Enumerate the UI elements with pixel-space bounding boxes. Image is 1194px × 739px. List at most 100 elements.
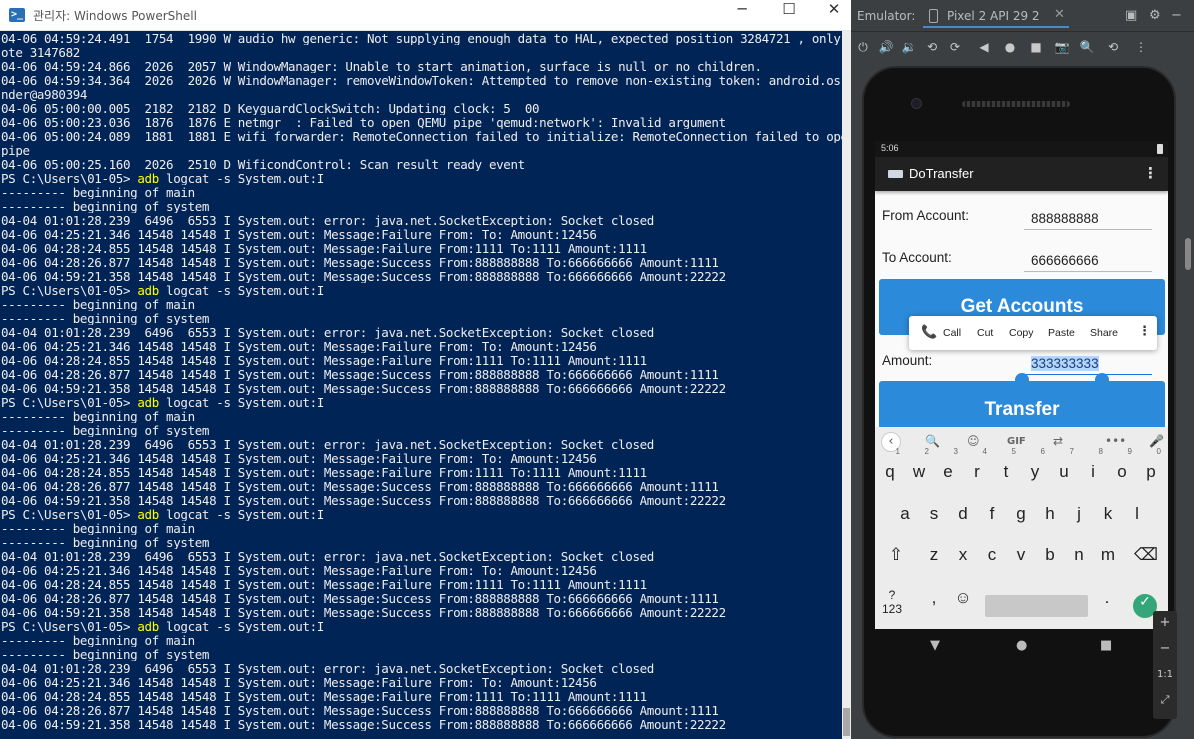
minimize-button[interactable]: ─ (719, 0, 765, 31)
nav-home-icon[interactable]: ● (1016, 638, 1027, 653)
menu-paste[interactable]: Paste (1048, 327, 1075, 339)
key-o[interactable]: 9o (1109, 447, 1135, 483)
console-text: PS C:\Users\01-05> (1, 619, 138, 633)
key-x[interactable]: x (950, 536, 976, 566)
emoji-key[interactable]: ☺ (950, 579, 976, 609)
gif-icon[interactable]: GIF (1007, 436, 1026, 447)
rotate-right-icon[interactable]: ⟳ (947, 40, 963, 54)
zoom-in-button[interactable]: + (1153, 615, 1177, 630)
home-icon[interactable]: ● (1002, 40, 1018, 54)
volume-up-icon[interactable]: 🔊 (878, 40, 894, 54)
device-tab[interactable]: Pixel 2 API 29 2 ✕ (923, 6, 1069, 28)
from-account-field[interactable]: 888888888 (1024, 210, 1152, 230)
search-icon[interactable]: 🔍 (925, 434, 940, 448)
overview-icon[interactable]: ■ (1028, 40, 1044, 54)
more-horizontal-icon[interactable]: ••• (1105, 434, 1126, 448)
console-scrollbar[interactable] (842, 31, 851, 739)
close-tab-icon[interactable]: ✕ (1054, 7, 1065, 22)
console-text: --------- beginning of system (1, 311, 210, 325)
console-line: 04-04 01:01:28.239 6496 6553 I System.ou… (1, 325, 842, 339)
console-output[interactable]: 04-06 04:59:24.491 1754 1990 W audio_hw_… (0, 31, 842, 739)
backspace-key[interactable]: ⌫ (1133, 536, 1159, 566)
console-scrollbar-thumb[interactable] (843, 708, 850, 736)
translate-icon[interactable]: ⇄ (1053, 434, 1063, 448)
key-hint: 8 (1098, 447, 1103, 456)
key-d[interactable]: d (950, 495, 976, 525)
console-line: 04-06 04:25:21.346 14548 14548 I System.… (1, 675, 842, 689)
zoom-fit-button[interactable]: ⤢ (1153, 693, 1177, 707)
key-b[interactable]: b (1037, 536, 1063, 566)
console-text: logcat -s System.out:I (158, 395, 324, 409)
comma-key[interactable]: , (921, 579, 947, 609)
key-r[interactable]: 4r (964, 447, 990, 483)
rotate-left-icon[interactable]: ⟲ (924, 40, 940, 54)
key-u[interactable]: 7u (1051, 447, 1077, 483)
console-text: --------- beginning of main (1, 185, 195, 199)
key-i[interactable]: 8i (1080, 447, 1106, 483)
console-text: 04-06 04:25:21.346 14548 14548 I System.… (1, 339, 597, 353)
to-account-field[interactable]: 666666666 (1024, 252, 1152, 272)
shift-key[interactable]: ⇧ (883, 536, 909, 566)
more-options-icon[interactable]: ⋮ (1138, 324, 1151, 339)
key-q[interactable]: 1q (877, 447, 903, 483)
key-p[interactable]: 0p (1138, 447, 1164, 483)
console-line: --------- beginning of main (1, 633, 842, 647)
key-h[interactable]: h (1037, 495, 1063, 525)
console-text: 04-04 01:01:28.239 6496 6553 I System.ou… (1, 661, 654, 675)
nav-recents-icon[interactable]: ■ (1100, 638, 1112, 653)
menu-copy[interactable]: Copy (1009, 327, 1034, 339)
window-mode-icon[interactable]: ▣ (1125, 8, 1137, 23)
soft-keyboard: ‹ 🔍 ☺ GIF ⇄ ••• 🎤 1q2w3e4r5t6y7u8i9o0pas… (875, 427, 1168, 629)
powershell-titlebar[interactable]: >_ 관리자: Windows PowerShell ─ ☐ ✕ (0, 0, 851, 31)
menu-call[interactable]: Call (943, 327, 961, 339)
rewind-icon[interactable]: ⟲ (1105, 40, 1121, 54)
space-key[interactable] (985, 595, 1088, 617)
volume-down-icon[interactable]: 🔉 (901, 40, 917, 54)
console-line: 04-06 04:59:21.358 14548 14548 I System.… (1, 381, 842, 395)
more-icon[interactable]: ⋮ (1133, 40, 1149, 54)
key-m[interactable]: m (1095, 536, 1121, 566)
key-j[interactable]: j (1066, 495, 1092, 525)
power-icon[interactable]: ⏻ (855, 40, 871, 55)
symbols-key[interactable]: ?123 (879, 579, 905, 616)
gear-icon[interactable]: ⚙ (1149, 8, 1161, 23)
from-account-label: From Account: (882, 208, 970, 223)
key-w[interactable]: 2w (906, 447, 932, 483)
key-t[interactable]: 5t (993, 447, 1019, 483)
key-e[interactable]: 3e (935, 447, 961, 483)
amount-field[interactable]: 333333333 (1024, 355, 1152, 375)
nav-back-icon[interactable]: ▼ (930, 638, 940, 653)
emulator-scrollbar[interactable] (1185, 238, 1191, 270)
console-text: 04-06 04:28:24.855 14548 14548 I System.… (1, 689, 647, 703)
zoom-out-button[interactable]: − (1153, 641, 1177, 656)
key-v[interactable]: v (1008, 536, 1034, 566)
menu-share[interactable]: Share (1090, 327, 1118, 339)
key-n[interactable]: n (1066, 536, 1092, 566)
transfer-button[interactable]: Transfer (879, 381, 1165, 431)
maximize-button[interactable]: ☐ (766, 0, 812, 31)
key-a[interactable]: a (892, 495, 918, 525)
zoom-actual-size-button[interactable]: 1:1 (1153, 669, 1177, 680)
key-z[interactable]: z (921, 536, 947, 566)
sticker-icon[interactable]: ☺ (967, 434, 980, 448)
app-icon (888, 170, 903, 178)
minimize-panel-icon[interactable]: − (1171, 8, 1182, 23)
menu-cut[interactable]: Cut (977, 327, 993, 339)
zoom-icon[interactable]: 🔍 (1079, 40, 1095, 54)
key-g[interactable]: g (1008, 495, 1034, 525)
console-line: 04-06 04:25:21.346 14548 14548 I System.… (1, 339, 842, 353)
overflow-menu-icon[interactable]: ⋮ (1143, 164, 1158, 182)
key-s[interactable]: s (921, 495, 947, 525)
back-icon[interactable]: ◀ (976, 40, 992, 54)
key-k[interactable]: k (1095, 495, 1121, 525)
key-f[interactable]: f (979, 495, 1005, 525)
period-key[interactable]: . (1094, 579, 1120, 609)
key-y[interactable]: 6y (1022, 447, 1048, 483)
key-c[interactable]: c (979, 536, 1005, 566)
console-text: 04-06 04:59:34.364 2026 2026 W WindowMan… (1, 73, 842, 87)
phone-call-icon[interactable]: 📞 (921, 325, 937, 340)
key-l[interactable]: l (1124, 495, 1150, 525)
camera-icon[interactable]: 📷 (1054, 40, 1070, 54)
amount-label: Amount: (882, 353, 933, 368)
microphone-icon[interactable]: 🎤 (1149, 434, 1164, 448)
